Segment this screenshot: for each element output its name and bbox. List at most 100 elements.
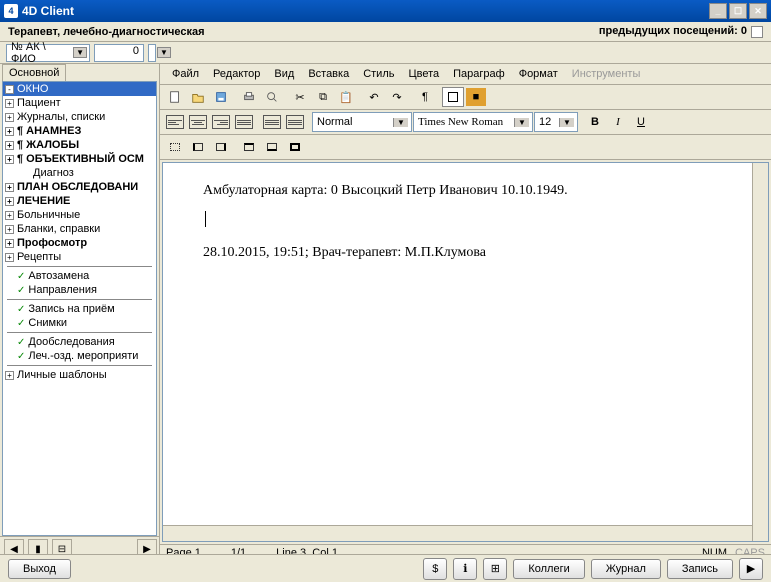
chevron-down-icon[interactable]: ▼ (393, 118, 408, 127)
document-editor[interactable]: Амбулаторная карта: 0 Высоцкий Петр Иван… (163, 163, 752, 525)
align-right-button[interactable] (210, 112, 232, 132)
new-button[interactable] (164, 87, 186, 107)
selector-dropdown[interactable]: № АК \ ФИО ▼ (6, 44, 90, 62)
bold-button[interactable]: B (584, 112, 606, 132)
tree-expand-icon[interactable]: + (5, 253, 14, 262)
tree-expand-icon[interactable]: + (5, 127, 14, 136)
redo-button[interactable]: ↷ (386, 87, 408, 107)
print-button[interactable] (238, 87, 260, 107)
chevron-down-icon[interactable]: ▼ (559, 118, 574, 127)
tree-item[interactable]: +¶ ЖАЛОБЫ (3, 138, 156, 152)
font-combo[interactable]: ▼ (413, 112, 533, 132)
tree-item[interactable]: +ЛЕЧЕНИЕ (3, 194, 156, 208)
align-left-button[interactable] (164, 112, 186, 132)
tree-item[interactable]: -ОКНО (3, 82, 156, 96)
border-all-button[interactable] (284, 137, 306, 157)
border-bottom-button[interactable] (261, 137, 283, 157)
info-button[interactable]: ℹ (453, 558, 477, 580)
italic-button[interactable]: I (607, 112, 629, 132)
menu-стиль[interactable]: Стиль (357, 66, 400, 82)
tree-item[interactable]: +Профосмотр (3, 236, 156, 250)
horizontal-scrollbar[interactable] (163, 525, 752, 541)
check-icon: ✓ (17, 318, 25, 329)
list-bullet-button[interactable] (261, 112, 283, 132)
list-number-button[interactable] (284, 112, 306, 132)
border-top-button[interactable] (238, 137, 260, 157)
tree-item[interactable]: +ПЛАН ОБСЛЕДОВАНИ (3, 180, 156, 194)
menu-вставка[interactable]: Вставка (302, 66, 355, 82)
menu-файл[interactable]: Файл (166, 66, 205, 82)
colleagues-button[interactable]: Коллеги (513, 559, 584, 579)
border-none-button[interactable] (164, 137, 186, 157)
vertical-scrollbar[interactable] (752, 163, 768, 541)
style-name-input[interactable] (313, 116, 393, 128)
font-name-input[interactable] (414, 116, 514, 128)
tree-expand-icon[interactable]: - (5, 85, 14, 94)
tree-expand-icon[interactable]: + (5, 155, 14, 164)
tree-item[interactable]: +Бланки, справки (3, 222, 156, 236)
pilcrow-button[interactable]: ¶ (414, 87, 436, 107)
tree-item[interactable]: ✓Леч.-озд. мероприяти (3, 349, 156, 363)
tree-item[interactable]: ✓Запись на приём (3, 302, 156, 316)
tree-expand-icon[interactable]: + (5, 225, 14, 234)
cut-button[interactable]: ✂ (289, 87, 311, 107)
menu-формат[interactable]: Формат (513, 66, 564, 82)
exit-button[interactable]: Выход (8, 559, 71, 579)
sidebar-tab-main[interactable]: Основной (2, 64, 66, 81)
menu-редактор[interactable]: Редактор (207, 66, 266, 82)
highlight-button[interactable]: ■ (465, 87, 487, 107)
tree-item[interactable]: +Личные шаблоны (3, 368, 156, 382)
font-size-input[interactable] (535, 116, 559, 128)
minimize-button[interactable]: _ (709, 3, 727, 19)
tree-expand-icon[interactable]: + (5, 211, 14, 220)
tree-expand-icon[interactable]: + (5, 99, 14, 108)
border-right-button[interactable] (210, 137, 232, 157)
tree-item[interactable]: ✓Дообследования (3, 335, 156, 349)
tree-expand-icon[interactable]: + (5, 239, 14, 248)
tree-item[interactable]: +¶ ОБЪЕКТИВНЫЙ ОСМ (3, 152, 156, 166)
chevron-down-icon[interactable]: ▼ (514, 118, 529, 127)
align-center-button[interactable] (187, 112, 209, 132)
open-button[interactable] (187, 87, 209, 107)
preview-button[interactable] (261, 87, 283, 107)
tree-expand-icon[interactable]: + (5, 197, 14, 206)
bottom-toolbar: Выход $ ℹ ⊞ Коллеги Журнал Запись ▶ (0, 554, 771, 582)
tree-item[interactable]: +Рецепты (3, 250, 156, 264)
align-justify-button[interactable] (233, 112, 255, 132)
record-button[interactable]: Запись (667, 559, 733, 579)
paste-button[interactable]: 📋 (335, 87, 357, 107)
underline-button[interactable]: U (630, 112, 652, 132)
menu-цвета[interactable]: Цвета (402, 66, 445, 82)
menu-параграф[interactable]: Параграф (447, 66, 511, 82)
journal-button[interactable]: Журнал (591, 559, 661, 579)
font-size-combo[interactable]: ▼ (534, 112, 578, 132)
style-combo[interactable]: ▼ (312, 112, 412, 132)
patient-number-input[interactable]: 0 (94, 44, 144, 62)
border-left-button[interactable] (187, 137, 209, 157)
tree-item[interactable]: ✓Снимки (3, 316, 156, 330)
tree-expand-icon[interactable]: + (5, 183, 14, 192)
money-button[interactable]: $ (423, 558, 447, 580)
undo-button[interactable]: ↶ (363, 87, 385, 107)
tree-expand-icon[interactable]: + (5, 113, 14, 122)
tree-item[interactable]: +¶ АНАМНЕЗ (3, 124, 156, 138)
misc-button[interactable]: ⊞ (483, 558, 507, 580)
tree-expand-icon[interactable]: + (5, 371, 14, 380)
close-button[interactable]: ✕ (749, 3, 767, 19)
expand-button[interactable]: ▶ (739, 558, 763, 580)
tree-item[interactable]: +Журналы, списки (3, 110, 156, 124)
selector-label: № АК \ ФИО (11, 41, 69, 65)
tree-view[interactable]: -ОКНО+Пациент+Журналы, списки+¶ АНАМНЕЗ+… (2, 81, 157, 536)
maximize-button[interactable]: ☐ (729, 3, 747, 19)
tree-item[interactable]: +Пациент (3, 96, 156, 110)
menu-вид[interactable]: Вид (268, 66, 300, 82)
color-button[interactable] (442, 87, 464, 107)
patient-dropdown[interactable]: ▼ (148, 44, 156, 62)
tree-item[interactable]: +Больничные (3, 208, 156, 222)
tree-item[interactable]: ✓Автозамена (3, 269, 156, 283)
tree-item[interactable]: Диагноз (3, 166, 156, 180)
tree-expand-icon[interactable]: + (5, 141, 14, 150)
copy-button[interactable]: ⧉ (312, 87, 334, 107)
save-button[interactable] (210, 87, 232, 107)
tree-item[interactable]: ✓Направления (3, 283, 156, 297)
